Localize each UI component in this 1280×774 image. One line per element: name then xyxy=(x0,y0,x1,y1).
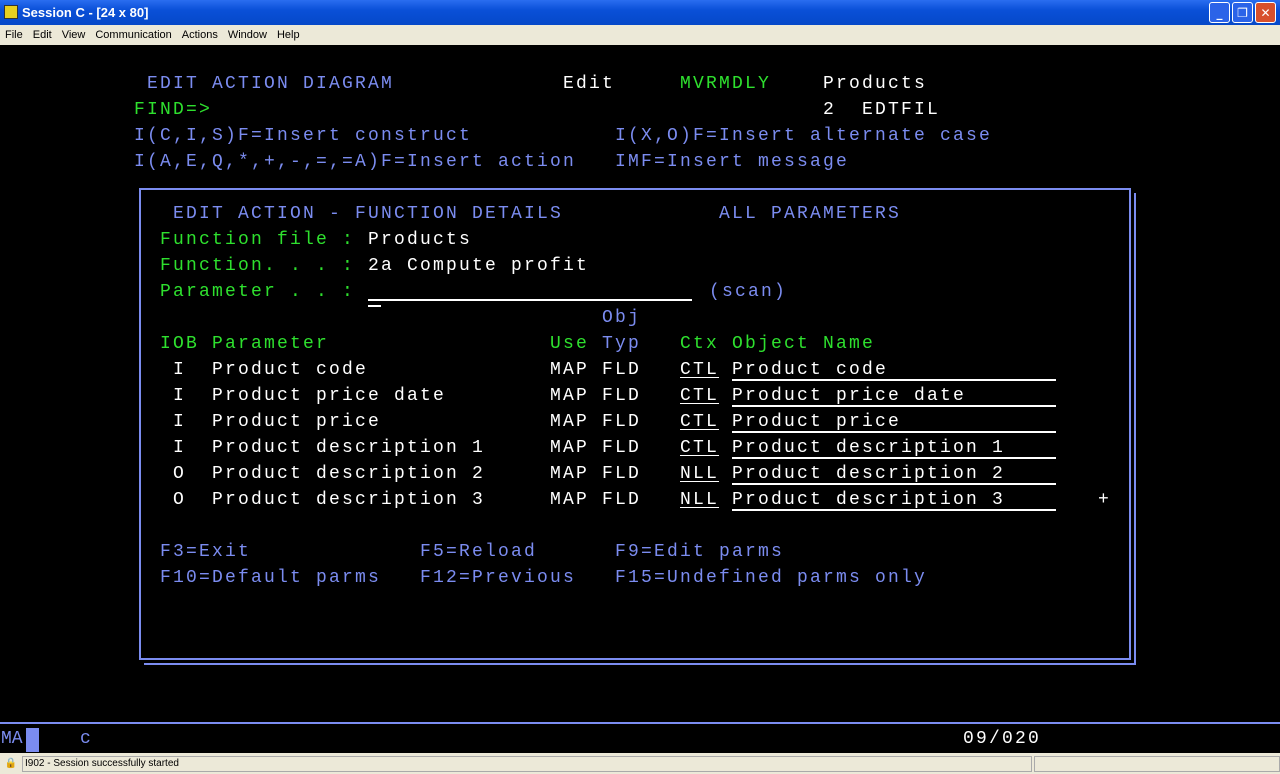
row-obj[interactable]: Product code xyxy=(732,357,1056,381)
hint: IMF=Insert message xyxy=(615,152,850,172)
screen-title: EDIT ACTION DIAGRAM xyxy=(147,74,395,94)
row-use: MAP xyxy=(550,360,590,380)
menu-bar: File Edit View Communication Actions Win… xyxy=(0,25,1280,45)
row-iob: I xyxy=(173,360,187,380)
file-name: Products xyxy=(823,74,928,94)
col-object-name: Object Name xyxy=(732,334,876,354)
hint: I(C,I,S)F=Insert construct xyxy=(134,126,473,146)
cursor-position: 09/020 xyxy=(963,729,1042,749)
oia-cursor xyxy=(26,728,39,752)
window-title: Session C - [24 x 80] xyxy=(22,5,149,20)
row-ctx[interactable]: NLL xyxy=(680,461,719,487)
status-message: I902 - Session successfully started xyxy=(22,755,1032,772)
app-icon xyxy=(4,5,18,19)
row-obj[interactable]: Product description 3 xyxy=(732,487,1056,511)
key-f5[interactable]: F5=Reload xyxy=(420,539,537,565)
row-ctx[interactable]: NLL xyxy=(680,487,719,513)
key-f12[interactable]: F12=Previous xyxy=(420,565,576,591)
minimize-button[interactable]: _ xyxy=(1209,2,1230,23)
status-panel xyxy=(1034,755,1280,772)
row-use: MAP xyxy=(550,490,590,510)
row-iob: O xyxy=(173,490,187,510)
row-obj[interactable]: Product price xyxy=(732,409,1056,433)
menu-help[interactable]: Help xyxy=(272,29,305,41)
menu-window[interactable]: Window xyxy=(223,29,272,41)
cursor xyxy=(368,305,381,307)
title-bar: Session C - [24 x 80] _ ❐ ✕ xyxy=(0,0,1280,25)
find-prompt[interactable]: FIND=> xyxy=(134,97,212,123)
row-use: MAP xyxy=(550,438,590,458)
key-f10[interactable]: F10=Default parms xyxy=(160,565,381,591)
row-use: MAP xyxy=(550,464,590,484)
hint: I(A,E,Q,*,+,-,=,=A)F=Insert action xyxy=(134,152,577,172)
col-parameter: Parameter xyxy=(212,334,330,354)
row-ctx[interactable]: CTL xyxy=(680,435,719,461)
key-f15[interactable]: F15=Undefined parms only xyxy=(615,565,927,591)
parameter-input[interactable] xyxy=(368,277,692,301)
menu-view[interactable]: View xyxy=(57,29,91,41)
col-typ: Typ xyxy=(602,334,642,354)
row-typ: FLD xyxy=(602,490,642,510)
row-use: MAP xyxy=(550,386,590,406)
status-bar: 🔒 I902 - Session successfully started xyxy=(0,753,1280,774)
function-label: Function. . . : xyxy=(160,256,356,276)
row-iob: I xyxy=(173,438,187,458)
oia-left: MA xyxy=(1,729,23,749)
row-iob: O xyxy=(173,464,187,484)
scan-hint: (scan) xyxy=(709,282,788,302)
row-param: Product description 2 xyxy=(212,464,486,484)
close-button[interactable]: ✕ xyxy=(1255,2,1276,23)
row-param: Product code xyxy=(212,360,369,380)
terminal-screen[interactable]: EDIT ACTION DIAGRAM Edit MVRMDLY Product… xyxy=(0,45,1280,753)
row-obj[interactable]: Product description 2 xyxy=(732,461,1056,485)
row-typ: FLD xyxy=(602,360,642,380)
row-obj[interactable]: Product price date xyxy=(732,383,1056,407)
function-value: 2a Compute profit xyxy=(368,256,590,276)
key-f9[interactable]: F9=Edit parms xyxy=(615,539,784,565)
col-use: Use xyxy=(550,334,590,354)
menu-actions[interactable]: Actions xyxy=(177,29,223,41)
row-param: Product price xyxy=(212,412,382,432)
row-iob: I xyxy=(173,412,187,432)
menu-communication[interactable]: Communication xyxy=(90,29,176,41)
lock-icon: 🔒 xyxy=(4,758,18,769)
row-param: Product price date xyxy=(212,386,447,406)
maximize-button[interactable]: ❐ xyxy=(1232,2,1253,23)
col-ctx: Ctx xyxy=(680,334,720,354)
dialog-subtitle: ALL PARAMETERS xyxy=(719,204,902,224)
row-typ: FLD xyxy=(602,412,642,432)
menu-file[interactable]: File xyxy=(0,29,28,41)
oia-divider xyxy=(0,722,1280,724)
row-param: Product description 1 xyxy=(212,438,486,458)
program: MVRMDLY xyxy=(680,74,772,94)
row-typ: FLD xyxy=(602,464,642,484)
menu-edit[interactable]: Edit xyxy=(28,29,57,41)
row-param: Product description 3 xyxy=(212,490,486,510)
row-ctx[interactable]: CTL xyxy=(680,409,719,435)
row-ctx[interactable]: CTL xyxy=(680,357,719,383)
col-obj: Obj xyxy=(602,308,642,328)
row-use: MAP xyxy=(550,412,590,432)
row-typ: FLD xyxy=(602,438,642,458)
parameter-label: Parameter . . : xyxy=(160,282,356,302)
file-value: Products xyxy=(368,230,473,250)
mode: Edit xyxy=(563,74,616,94)
oia-mid: c xyxy=(80,729,94,749)
level: 2 EDTFIL xyxy=(823,100,941,120)
row-ctx[interactable]: CTL xyxy=(680,383,719,409)
row-typ: FLD xyxy=(602,386,642,406)
more-indicator: + xyxy=(1098,490,1112,510)
hint: I(X,O)F=Insert alternate case xyxy=(615,126,993,146)
col-iob: IOB xyxy=(160,334,200,354)
file-label: Function file : xyxy=(160,230,356,250)
row-iob: I xyxy=(173,386,187,406)
dialog-title: EDIT ACTION - FUNCTION DETAILS xyxy=(173,204,564,224)
key-f3[interactable]: F3=Exit xyxy=(160,539,251,565)
row-obj[interactable]: Product description 1 xyxy=(732,435,1056,459)
